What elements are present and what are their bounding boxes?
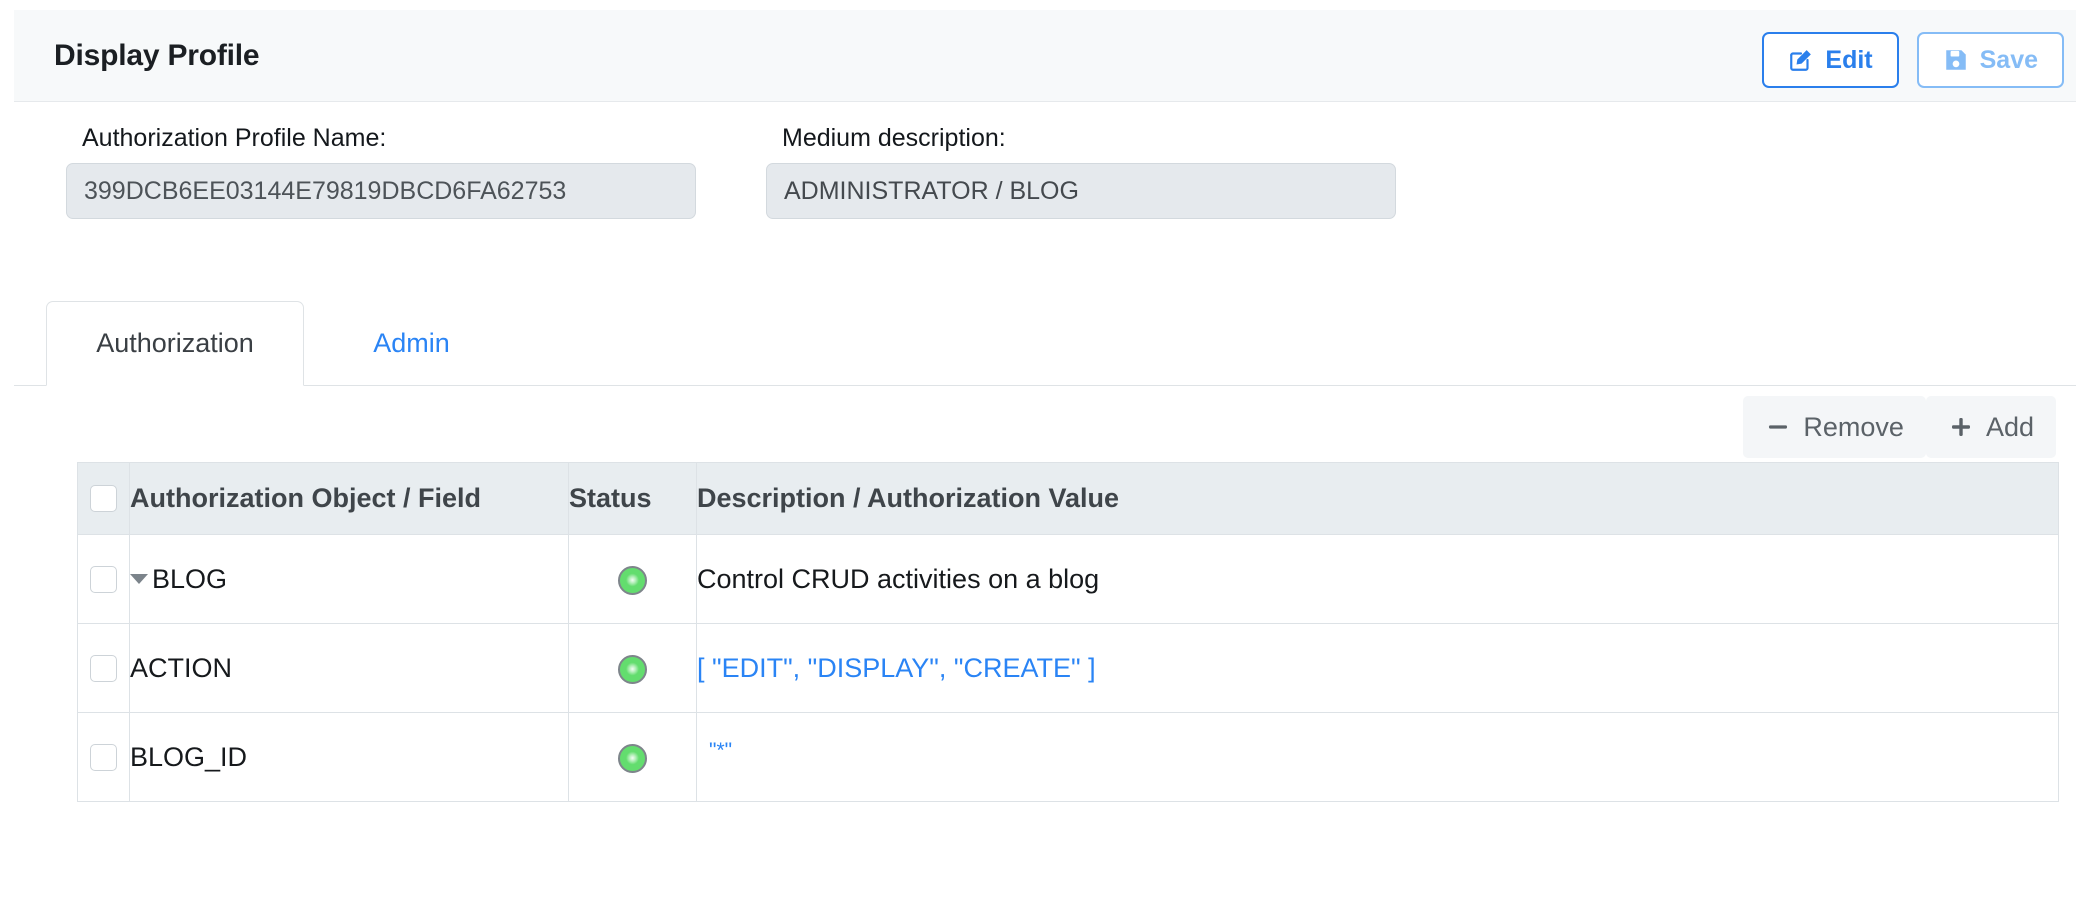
- floppy-disk-save-icon: [1943, 47, 1969, 73]
- minus-icon: [1765, 414, 1791, 440]
- authorization-table-head: Authorization Object / Field Status Desc…: [77, 462, 2059, 535]
- row-description-cell: "*": [696, 712, 2059, 802]
- display-profile-card: Display Profile Edit Save Authorization …: [14, 10, 2076, 902]
- row-select-cell: [77, 623, 130, 713]
- remove-row-button[interactable]: Remove: [1743, 396, 1926, 458]
- row-select-cell: [77, 534, 130, 624]
- page-header: Display Profile Edit Save: [14, 10, 2076, 102]
- row-checkbox[interactable]: [90, 654, 117, 682]
- caret-down-icon[interactable]: [130, 574, 148, 585]
- tab-admin[interactable]: Admin: [324, 301, 499, 386]
- table-row[interactable]: BLOG Control CRUD activities on a blog: [77, 534, 2059, 624]
- row-select-cell: [77, 712, 130, 802]
- medium-description-field-group: Medium description:: [766, 102, 1396, 219]
- row-checkbox[interactable]: [90, 743, 117, 771]
- tab-bar: Authorization Admin: [14, 300, 2076, 386]
- row-authorization-value-link[interactable]: "*": [709, 739, 732, 763]
- tab-authorization-label: Authorization: [96, 328, 254, 358]
- table-row[interactable]: ACTION [ "EDIT", "DISPLAY", "CREATE" ]: [77, 623, 2059, 713]
- tab-authorization[interactable]: Authorization: [46, 301, 304, 386]
- authorization-table: Authorization Object / Field Status Desc…: [77, 462, 2059, 802]
- plus-icon: [1948, 414, 1974, 440]
- row-description-cell: Control CRUD activities on a blog: [696, 534, 2059, 624]
- row-authorization-value-link[interactable]: [ "EDIT", "DISPLAY", "CREATE" ]: [697, 653, 1096, 683]
- row-object-label: BLOG: [152, 563, 228, 594]
- edit-pencil-square-icon: [1788, 47, 1814, 73]
- select-all-checkbox[interactable]: [90, 485, 117, 512]
- table-toolbar: Remove Add: [1743, 396, 2056, 458]
- edit-button-label: Edit: [1825, 45, 1873, 74]
- save-button-label: Save: [1979, 45, 2038, 74]
- profile-form: Authorization Profile Name: Medium descr…: [14, 102, 2076, 262]
- table-header-row: Authorization Object / Field Status Desc…: [77, 462, 2059, 535]
- add-row-button[interactable]: Add: [1925, 396, 2056, 458]
- tab-admin-label: Admin: [373, 328, 450, 358]
- green-led-icon: [618, 565, 647, 595]
- row-description-text: Control CRUD activities on a blog: [697, 563, 1100, 594]
- add-row-button-label: Add: [1985, 411, 2034, 442]
- row-object-label: ACTION: [130, 652, 233, 683]
- medium-description-label: Medium description:: [782, 124, 1006, 152]
- row-description-cell: [ "EDIT", "DISPLAY", "CREATE" ]: [696, 623, 2059, 713]
- save-button[interactable]: Save: [1916, 32, 2064, 88]
- green-led-icon: [618, 654, 647, 684]
- row-checkbox[interactable]: [90, 565, 117, 593]
- row-object-cell: ACTION: [129, 623, 569, 713]
- page-title: Display Profile: [54, 39, 260, 72]
- row-object-label: BLOG_ID: [130, 741, 248, 772]
- table-row[interactable]: BLOG_ID "*": [77, 712, 2059, 802]
- authorization-profile-name-field-group: Authorization Profile Name:: [66, 102, 696, 219]
- select-all-header-cell: [77, 462, 130, 535]
- remove-row-button-label: Remove: [1803, 411, 1904, 442]
- row-status-cell: [568, 623, 697, 713]
- authorization-profile-name-label: Authorization Profile Name:: [82, 124, 387, 152]
- authorization-profile-name-input[interactable]: [66, 163, 696, 219]
- row-status-cell: [568, 534, 697, 624]
- row-object-cell: BLOG_ID: [129, 712, 569, 802]
- row-object-cell: BLOG: [129, 534, 569, 624]
- green-led-icon: [618, 743, 647, 773]
- edit-button[interactable]: Edit: [1762, 32, 1899, 88]
- row-status-cell: [568, 712, 697, 802]
- header-action-group: Edit Save: [1762, 32, 2064, 88]
- medium-description-input[interactable]: [766, 163, 1396, 219]
- column-header-object-field[interactable]: Authorization Object / Field: [129, 462, 569, 535]
- column-header-status[interactable]: Status: [568, 462, 697, 535]
- authorization-table-body: BLOG Control CRUD activities on a blog A…: [77, 534, 2059, 802]
- column-header-description-value[interactable]: Description / Authorization Value: [696, 462, 2059, 535]
